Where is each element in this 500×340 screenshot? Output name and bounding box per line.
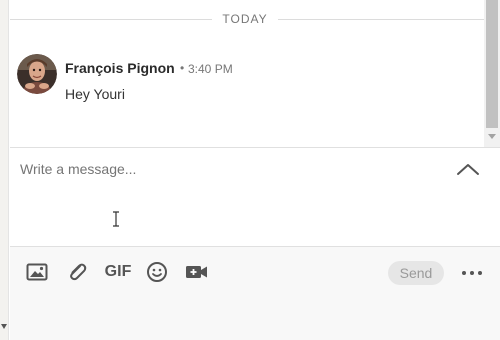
scrollbar-thumb[interactable] — [486, 0, 498, 128]
compose-area[interactable] — [10, 147, 500, 246]
video-camera-icon[interactable] — [185, 262, 209, 282]
divider-line-right — [278, 19, 484, 20]
left-panel-edge — [0, 0, 9, 340]
compose-toolbar: GIF Send — [10, 246, 500, 340]
divider-line-left — [10, 19, 212, 20]
dot — [462, 271, 466, 275]
dot — [478, 271, 482, 275]
gif-button[interactable]: GIF — [105, 262, 132, 282]
sender-name[interactable]: François Pignon — [65, 60, 175, 76]
user-photo-icon — [17, 54, 57, 94]
caret-down-icon — [1, 324, 7, 329]
paperclip-icon[interactable] — [66, 262, 88, 282]
message-list: TODAY François Pignon • 3:40 PM Hey Your… — [10, 0, 484, 147]
dot — [470, 271, 474, 275]
meta-separator: • — [180, 61, 185, 75]
message-timestamp: 3:40 PM — [188, 62, 233, 76]
message-item: François Pignon • 3:40 PM Hey Youri — [17, 54, 477, 102]
image-icon[interactable] — [26, 262, 48, 282]
day-divider: TODAY — [10, 10, 484, 28]
more-options-icon[interactable] — [458, 261, 486, 285]
message-text: Hey Youri — [65, 86, 125, 102]
chevron-up-icon[interactable] — [456, 162, 480, 176]
scroll-down-arrow-icon[interactable] — [488, 134, 496, 139]
smiley-icon[interactable] — [146, 262, 168, 282]
avatar[interactable] — [17, 54, 57, 94]
text-cursor-icon — [112, 211, 120, 227]
message-scrollbar[interactable] — [484, 0, 500, 147]
send-button[interactable]: Send — [388, 261, 444, 285]
day-divider-label: TODAY — [222, 12, 268, 26]
message-input[interactable] — [20, 161, 440, 177]
